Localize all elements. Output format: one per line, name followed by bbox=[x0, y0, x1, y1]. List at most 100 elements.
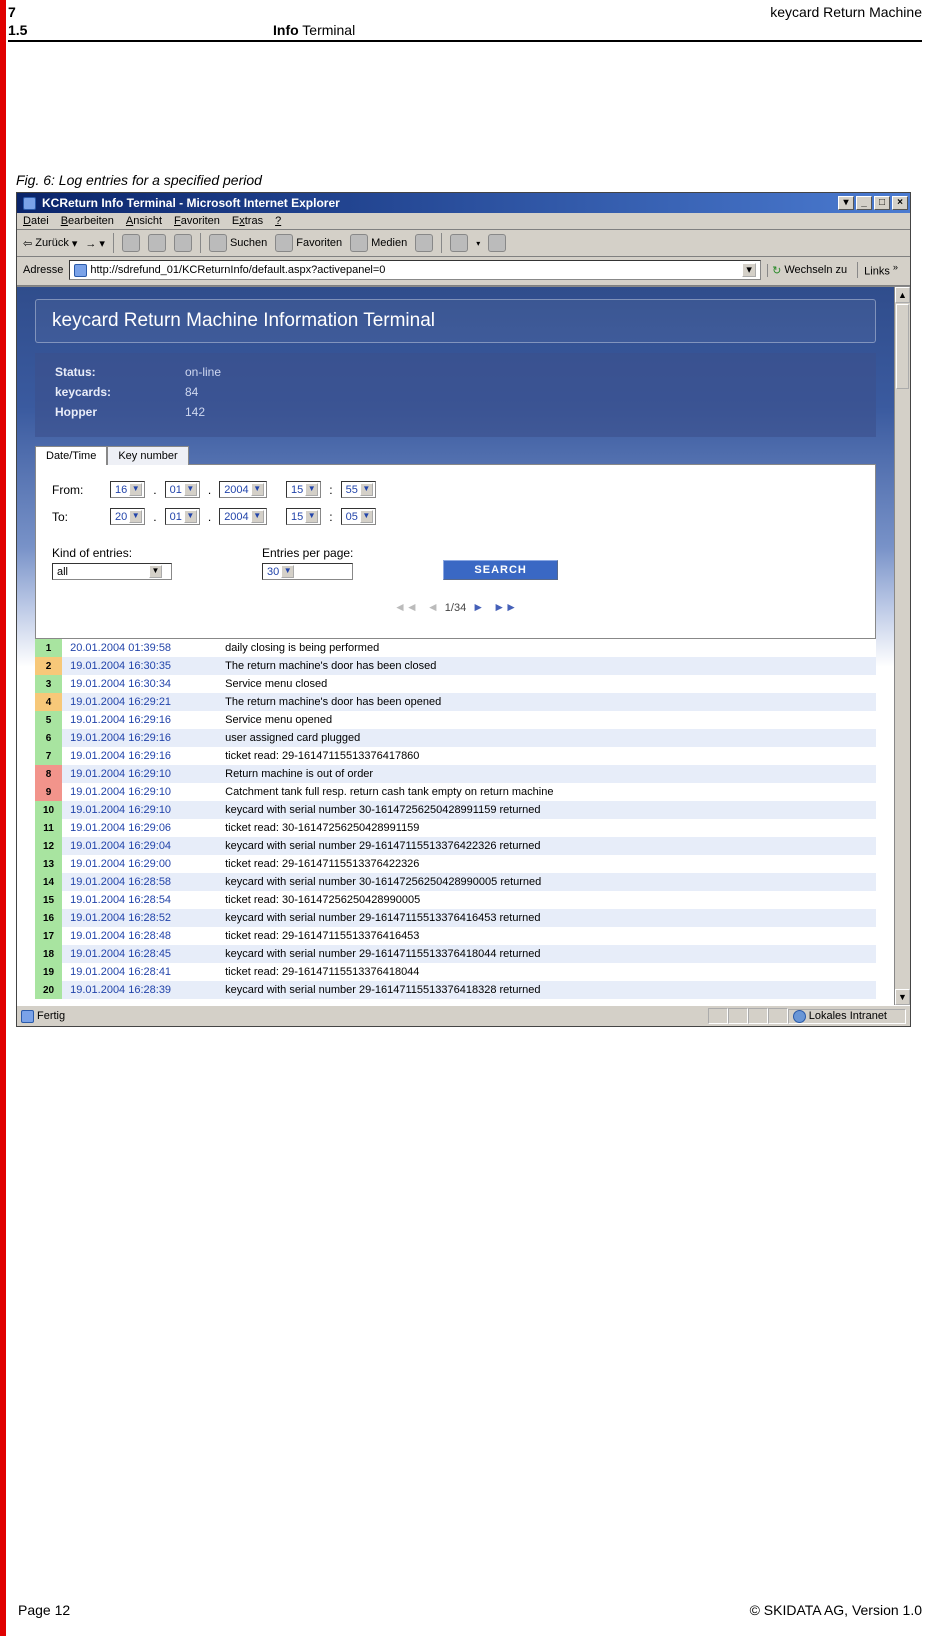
page-icon bbox=[74, 264, 87, 277]
address-label: Adresse bbox=[23, 264, 63, 276]
table-row: 1719.01.2004 16:28:48ticket read: 29-161… bbox=[35, 927, 876, 945]
from-day-select[interactable]: 16▼ bbox=[110, 481, 145, 498]
row-timestamp: 19.01.2004 16:29:16 bbox=[62, 711, 217, 729]
keycards-value: 84 bbox=[185, 385, 198, 399]
status-cell bbox=[708, 1008, 728, 1024]
row-timestamp: 19.01.2004 16:30:34 bbox=[62, 675, 217, 693]
row-timestamp: 19.01.2004 16:29:16 bbox=[62, 747, 217, 765]
from-min-select[interactable]: 55▼ bbox=[341, 481, 376, 498]
perpage-label: Entries per page: bbox=[262, 546, 353, 560]
figure-caption: Fig. 6: Log entries for a specified peri… bbox=[16, 172, 932, 188]
row-timestamp: 19.01.2004 16:29:10 bbox=[62, 783, 217, 801]
history-icon[interactable] bbox=[415, 234, 433, 252]
tab-datetime[interactable]: Date/Time bbox=[35, 446, 107, 465]
forward-button[interactable]: → ▾ bbox=[85, 237, 105, 250]
row-number: 17 bbox=[35, 927, 62, 945]
menubar: Datei Bearbeiten Ansicht Favoriten Extra… bbox=[17, 213, 910, 230]
tab-keynumber[interactable]: Key number bbox=[107, 446, 188, 465]
address-field[interactable]: http://sdrefund_01/KCReturnInfo/default.… bbox=[69, 260, 761, 280]
menu-bearbeiten[interactable]: Bearbeiten bbox=[61, 215, 114, 227]
row-message: ticket read: 30-16147256250428990005 bbox=[217, 891, 876, 909]
address-dropdown[interactable]: ▾ bbox=[742, 263, 756, 277]
chevron-down-icon: ▼ bbox=[184, 483, 197, 496]
star-icon bbox=[275, 234, 293, 252]
page-footer: Page 12 © SKIDATA AG, Version 1.0 bbox=[18, 1602, 922, 1618]
pager-next-icon[interactable]: ► bbox=[469, 600, 487, 614]
back-button[interactable]: ⇦ Zurück ▾ bbox=[23, 237, 77, 250]
search-icon bbox=[209, 234, 227, 252]
to-label: To: bbox=[52, 510, 102, 524]
kind-select[interactable]: all▼ bbox=[52, 563, 172, 580]
maximize-button[interactable]: □ bbox=[874, 196, 890, 210]
print-icon[interactable] bbox=[488, 234, 506, 252]
row-message: ticket read: 29-16147115513376416453 bbox=[217, 927, 876, 945]
to-min-select[interactable]: 05▼ bbox=[341, 508, 376, 525]
restore-small-button[interactable]: ▾ bbox=[838, 196, 854, 210]
menu-extras[interactable]: Extras bbox=[232, 215, 263, 227]
menu-datei[interactable]: Datei bbox=[23, 215, 49, 227]
row-number: 18 bbox=[35, 945, 62, 963]
table-row: 1119.01.2004 16:29:06ticket read: 30-161… bbox=[35, 819, 876, 837]
scroll-down-icon[interactable]: ▼ bbox=[895, 989, 910, 1005]
favorites-button[interactable]: Favoriten bbox=[275, 234, 342, 252]
chevron-down-icon: ▼ bbox=[129, 510, 142, 523]
from-month-select[interactable]: 01▼ bbox=[165, 481, 200, 498]
vertical-scrollbar[interactable]: ▲ ▼ bbox=[894, 287, 910, 1005]
perpage-select[interactable]: 30▼ bbox=[262, 563, 353, 580]
row-timestamp: 19.01.2004 16:29:16 bbox=[62, 729, 217, 747]
scroll-thumb[interactable] bbox=[896, 304, 909, 389]
pager-position: 1/34 bbox=[445, 602, 466, 614]
pager-last-icon[interactable]: ►► bbox=[490, 600, 520, 614]
chevron-down-icon: ▼ bbox=[305, 483, 318, 496]
from-year-select[interactable]: 2004▼ bbox=[219, 481, 266, 498]
media-button[interactable]: Medien bbox=[350, 234, 407, 252]
row-timestamp: 19.01.2004 16:29:10 bbox=[62, 765, 217, 783]
row-message: Service menu opened bbox=[217, 711, 876, 729]
mail-icon[interactable] bbox=[450, 234, 468, 252]
pager-first-icon[interactable]: ◄◄ bbox=[391, 600, 421, 614]
row-number: 20 bbox=[35, 981, 62, 999]
row-number: 1 bbox=[35, 639, 62, 657]
page-num-top: 7 bbox=[8, 4, 16, 20]
row-message: daily closing is being performed bbox=[217, 639, 876, 657]
from-hour-select[interactable]: 15▼ bbox=[286, 481, 321, 498]
search-button[interactable]: Suchen bbox=[209, 234, 267, 252]
menu-favoriten[interactable]: Favoriten bbox=[174, 215, 220, 227]
table-row: 1519.01.2004 16:28:54ticket read: 30-161… bbox=[35, 891, 876, 909]
address-bar: Adresse http://sdrefund_01/KCReturnInfo/… bbox=[17, 257, 910, 286]
to-hour-select[interactable]: 15▼ bbox=[286, 508, 321, 525]
globe-icon bbox=[793, 1010, 806, 1023]
refresh-icon[interactable] bbox=[148, 234, 166, 252]
to-year-select[interactable]: 2004▼ bbox=[219, 508, 266, 525]
doc-header: 7 keycard Return Machine 1.5 Info Termin… bbox=[8, 0, 932, 42]
row-message: user assigned card plugged bbox=[217, 729, 876, 747]
status-value: on-line bbox=[185, 365, 221, 379]
row-timestamp: 19.01.2004 16:29:06 bbox=[62, 819, 217, 837]
menu-help[interactable]: ? bbox=[275, 215, 281, 227]
row-timestamp: 19.01.2004 16:29:04 bbox=[62, 837, 217, 855]
row-timestamp: 19.01.2004 16:28:48 bbox=[62, 927, 217, 945]
links-bar[interactable]: Links » bbox=[857, 262, 904, 278]
toolbar-separator bbox=[441, 233, 442, 253]
menu-ansicht[interactable]: Ansicht bbox=[126, 215, 162, 227]
scroll-up-icon[interactable]: ▲ bbox=[895, 287, 910, 303]
close-button[interactable]: × bbox=[892, 196, 908, 210]
home-icon[interactable] bbox=[174, 234, 192, 252]
address-url: http://sdrefund_01/KCReturnInfo/default.… bbox=[90, 264, 739, 276]
to-day-select[interactable]: 20▼ bbox=[110, 508, 145, 525]
table-row: 1619.01.2004 16:28:52keycard with serial… bbox=[35, 909, 876, 927]
table-row: 519.01.2004 16:29:16Service menu opened bbox=[35, 711, 876, 729]
row-message: keycard with serial number 29-1614711551… bbox=[217, 909, 876, 927]
pager-prev-icon[interactable]: ◄ bbox=[424, 600, 442, 614]
table-row: 619.01.2004 16:29:16user assigned card p… bbox=[35, 729, 876, 747]
status-cell bbox=[728, 1008, 748, 1024]
stop-icon[interactable] bbox=[122, 234, 140, 252]
search-button[interactable]: SEARCH bbox=[443, 560, 557, 580]
toolbar: ⇦ Zurück ▾ → ▾ Suchen Favoriten Medien ▾ bbox=[17, 230, 910, 257]
go-button[interactable]: ↻ Wechseln zu bbox=[767, 264, 851, 277]
status-panel: Status:on-line keycards:84 Hopper142 bbox=[35, 353, 876, 437]
table-row: 219.01.2004 16:30:35The return machine's… bbox=[35, 657, 876, 675]
row-timestamp: 20.01.2004 01:39:58 bbox=[62, 639, 217, 657]
to-month-select[interactable]: 01▼ bbox=[165, 508, 200, 525]
minimize-button[interactable]: _ bbox=[856, 196, 872, 210]
